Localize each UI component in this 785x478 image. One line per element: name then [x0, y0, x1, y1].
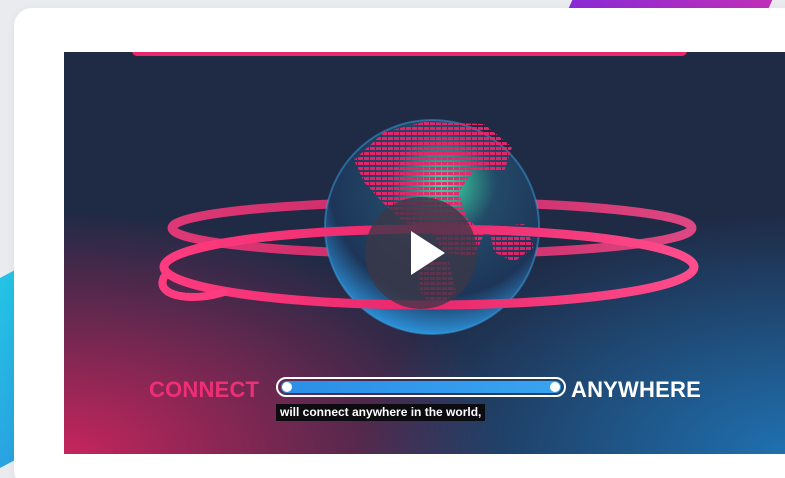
- connection-dot-left: [282, 382, 292, 392]
- headline-connect: CONNECT: [149, 377, 260, 402]
- video-caption: will connect anywhere in the world,: [276, 404, 486, 421]
- headline: CONNECT ANYWHERE: [64, 375, 785, 405]
- connection-bar: [276, 377, 566, 397]
- headline-anywhere: ANYWHERE: [571, 377, 701, 402]
- connection-dot-right: [550, 382, 560, 392]
- connection-bar-fill: [281, 381, 561, 393]
- play-icon: [411, 231, 445, 275]
- play-button[interactable]: [365, 197, 477, 309]
- video-card: CONNECT ANYWHERE will connect anywhere i…: [14, 8, 785, 478]
- video-player[interactable]: CONNECT ANYWHERE will connect anywhere i…: [64, 52, 785, 454]
